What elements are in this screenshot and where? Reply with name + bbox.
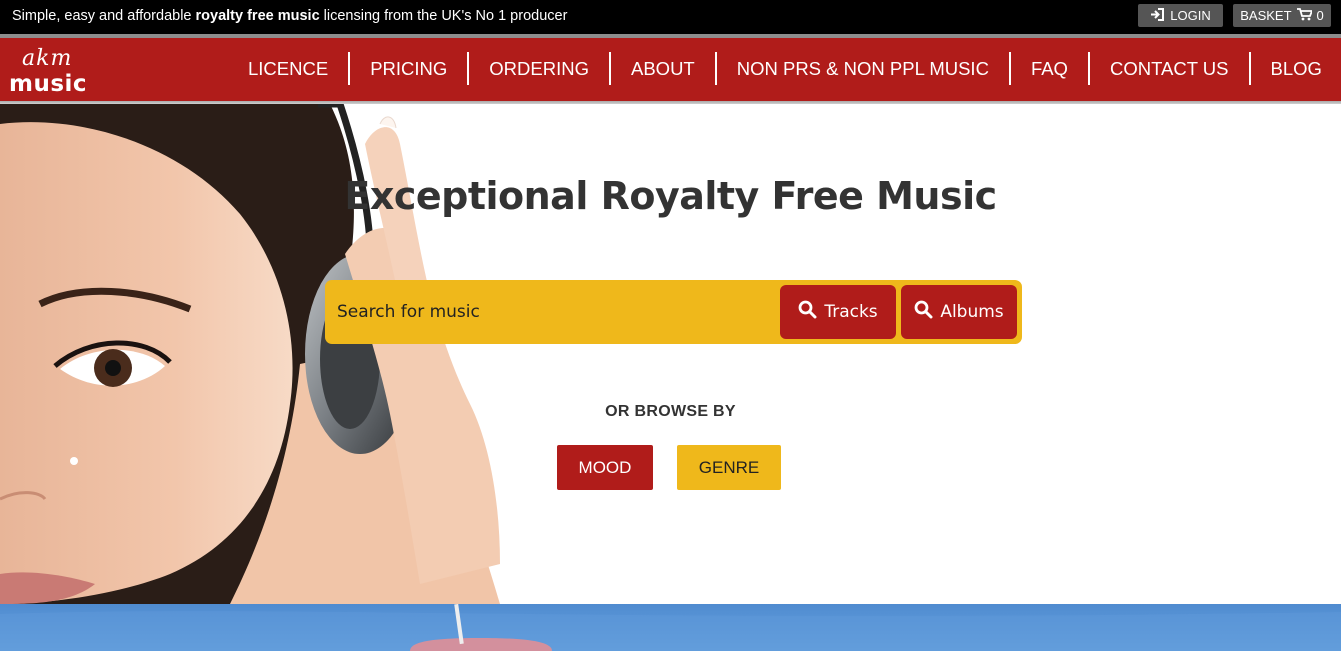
music-search-bar: Tracks Albums: [325, 280, 1022, 344]
nav-pricing[interactable]: PRICING: [348, 52, 467, 85]
browse-mood-button[interactable]: MOOD: [557, 445, 653, 490]
basket-button[interactable]: BASKET 0: [1233, 4, 1331, 27]
nav-contact-us[interactable]: CONTACT US: [1087, 52, 1249, 85]
nav-licence[interactable]: LICENCE: [228, 52, 348, 85]
nav-non-prs[interactable]: NON PRS & NON PPL MUSIC: [714, 52, 1009, 85]
top-bar: Simple, easy and affordable royalty free…: [0, 0, 1341, 34]
basket-count: 0: [1316, 8, 1324, 23]
search-tracks-button[interactable]: Tracks: [780, 285, 896, 339]
login-label: LOGIN: [1170, 8, 1211, 23]
search-input[interactable]: [325, 280, 775, 344]
hero-title: Exceptional Royalty Free Music: [344, 174, 997, 218]
login-button[interactable]: LOGIN: [1138, 4, 1223, 27]
main-nav: LICENCE PRICING ORDERING ABOUT NON PRS &…: [228, 52, 1341, 85]
cart-icon: [1296, 7, 1313, 24]
search-albums-button[interactable]: Albums: [901, 285, 1017, 339]
albums-label: Albums: [940, 302, 1004, 322]
main-nav-bar: akm music LICENCE PRICING ORDERING ABOUT…: [0, 34, 1341, 105]
browse-by-label: OR BROWSE BY: [605, 403, 736, 420]
tagline: Simple, easy and affordable royalty free…: [12, 8, 568, 24]
drink-glass-image: [0, 604, 1341, 651]
logo-akm-text: akm: [22, 46, 73, 71]
nav-about[interactable]: ABOUT: [609, 52, 715, 85]
basket-label: BASKET: [1240, 8, 1292, 23]
nav-blog[interactable]: BLOG: [1248, 52, 1341, 85]
nav-faq[interactable]: FAQ: [1008, 52, 1088, 85]
search-icon: [798, 300, 817, 324]
logo-music-text: music: [9, 71, 88, 97]
search-icon: [914, 300, 933, 324]
browse-genre-button[interactable]: GENRE: [677, 445, 781, 490]
sign-in-icon: [1150, 7, 1165, 24]
hero-section: Exceptional Royalty Free Music Tracks Al…: [0, 104, 1341, 604]
nav-ordering[interactable]: ORDERING: [467, 52, 609, 85]
tracks-label: Tracks: [824, 302, 878, 322]
akm-music-logo[interactable]: akm music: [9, 46, 101, 100]
next-section-image: [0, 604, 1341, 651]
